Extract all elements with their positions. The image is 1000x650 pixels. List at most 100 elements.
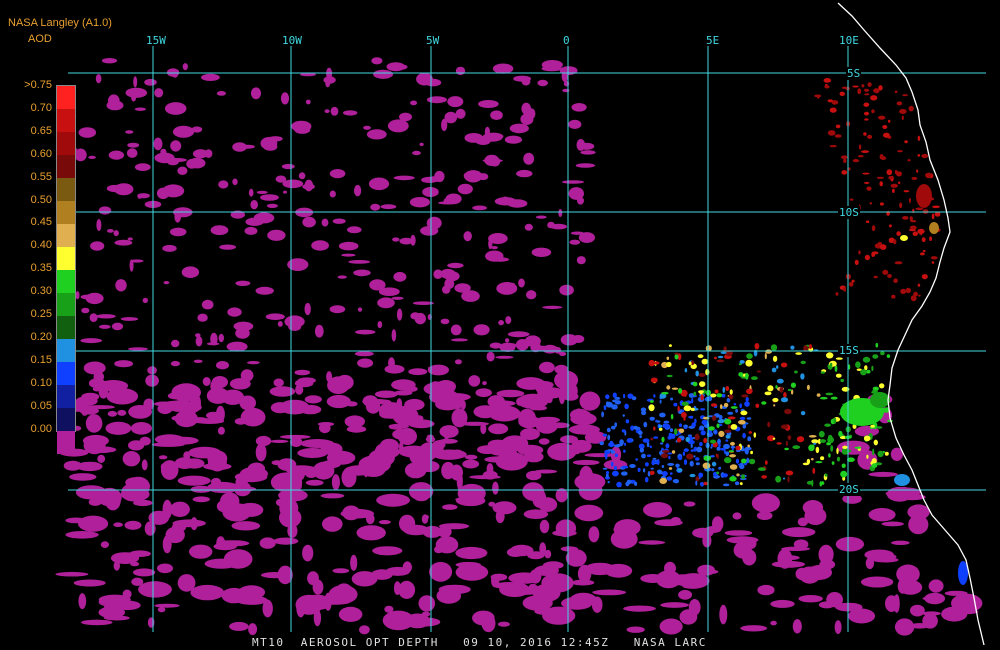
aerosol-pixel [703, 437, 708, 444]
aerosol-pixel [384, 605, 394, 613]
aerosol-pixel [716, 446, 721, 451]
aerosol-pixel [872, 354, 879, 359]
aerosol-pixel [235, 280, 251, 286]
aerosol-pixel [190, 584, 225, 601]
aerosol-pixel [607, 434, 611, 441]
aerosol-pixel [879, 383, 885, 389]
aerosol-pixel [771, 560, 806, 568]
aerosol-pixel [902, 94, 908, 97]
aerosol-pixel [130, 259, 144, 263]
aerosol-pixel [689, 460, 694, 467]
aerosol-pixel [76, 461, 103, 472]
colorbar-swatch [57, 178, 75, 201]
aerosol-pixel [820, 396, 828, 400]
aerosol-pixel [646, 454, 652, 458]
aerosol-pixel [829, 362, 833, 367]
aerosol-pixel [676, 468, 683, 473]
aerosol-pixel [75, 291, 80, 300]
aerosol-pixel [722, 386, 726, 393]
aerosol-pixel [107, 229, 114, 233]
aerosol-pixel [259, 537, 276, 549]
aerosol-pixel [843, 287, 846, 292]
aerosol-pixel [864, 88, 870, 92]
aerosol-pixel [559, 284, 574, 296]
aerosol-pixel [744, 401, 750, 407]
aerosol-pixel [341, 253, 356, 257]
aerosol-pixel [247, 361, 260, 365]
aerosol-pixel [122, 451, 141, 467]
aerosol-pixel [270, 472, 303, 493]
aerosol-pixel [884, 451, 889, 456]
aerosol-pixel [673, 402, 678, 407]
aerosol-pixel [602, 467, 608, 470]
aerosol-pixel [421, 611, 431, 617]
aerosol-pixel [357, 307, 363, 312]
aerosol-pixel [724, 530, 753, 536]
aerosol-pixel [128, 405, 153, 419]
aerosol-pixel [836, 456, 841, 462]
aerosol-pixel [464, 454, 478, 460]
aerosol-pixel [579, 465, 593, 486]
aerosol-pixel [668, 455, 671, 460]
aerosol-pixel [644, 476, 649, 483]
aerosol-pixel [719, 604, 728, 625]
aerosol-pixel [767, 385, 774, 392]
aerosol-pixel [373, 69, 394, 79]
aerosol-pixel [779, 386, 784, 393]
aerosol-pixel [231, 521, 261, 531]
aerosol-pixel [108, 94, 120, 107]
aerosol-pixel [866, 369, 871, 374]
colorbar-swatch [57, 339, 75, 362]
aerosol-pixel [81, 307, 90, 314]
aerosol-pixel [905, 287, 911, 294]
aerosol-pixel [857, 155, 864, 158]
aerosol-pixel [739, 482, 743, 486]
aerosol-pixel [795, 567, 809, 581]
aerosol-pixel [516, 169, 533, 178]
aerosol-pixel [80, 338, 102, 344]
aerosol-pixel [392, 237, 400, 242]
aerosol-pixel [437, 526, 452, 538]
aerosol-pixel [343, 110, 358, 116]
aerosol-pixel [792, 445, 801, 450]
aerosol-pixel [509, 123, 529, 134]
aerosol-pixel [125, 130, 134, 134]
aerosol-pixel [137, 193, 142, 199]
aerosol-pixel [795, 352, 802, 355]
aerosol-pixel [784, 447, 789, 451]
aerosol-pixel [671, 387, 679, 390]
aerosol-pixel [314, 324, 324, 338]
aerosol-pixel [338, 606, 363, 623]
aerosol-pixel [771, 367, 777, 373]
aerosol-pixel [482, 381, 487, 386]
aerosol-pixel [144, 78, 157, 86]
aerosol-pixel [554, 347, 562, 354]
aerosol-pixel [650, 467, 654, 470]
aerosol-pixel [244, 226, 258, 235]
aerosol-pixel [372, 546, 403, 556]
aerosol-pixel [459, 547, 483, 558]
aerosol-pixel [890, 183, 898, 188]
aerosol-pixel [785, 470, 794, 476]
aerosol-pixel [105, 490, 121, 511]
aerosol-pixel [876, 577, 890, 586]
aerosol-pixel [907, 159, 911, 162]
aerosol-pixel [838, 430, 843, 437]
aerosol-pixel [683, 459, 688, 465]
aerosol-pixel [133, 499, 153, 507]
aerosol-pixel [666, 361, 672, 368]
aerosol-pixel [321, 218, 329, 227]
aerosol-pixel [368, 177, 390, 191]
aerosol-pixel [192, 149, 209, 159]
aerosol-pixel [522, 482, 545, 501]
aerosol-pixel [154, 152, 175, 164]
aerosol-pixel [911, 176, 918, 180]
aerosol-pixel [908, 105, 914, 112]
aerosol-pixel [922, 249, 926, 253]
aerosol-pixel [329, 190, 336, 198]
aerosol-pixel [746, 417, 752, 420]
aerosol-pixel [266, 203, 278, 208]
aerosol-pixel [787, 388, 792, 392]
colorbar-label: 0.25 [30, 308, 52, 320]
aerosol-pixel [507, 199, 528, 208]
